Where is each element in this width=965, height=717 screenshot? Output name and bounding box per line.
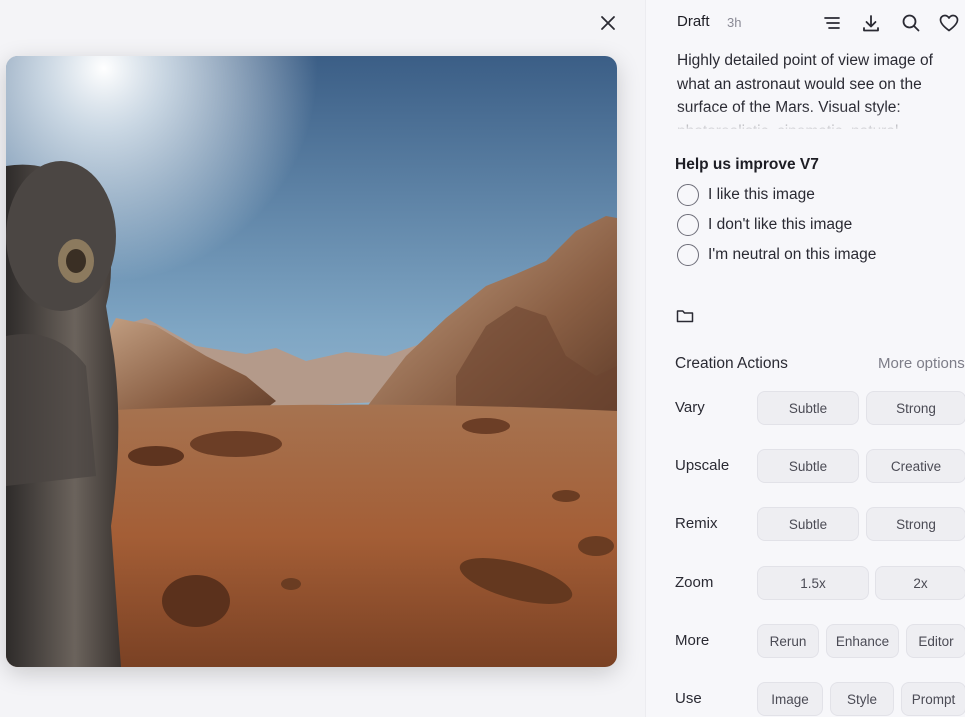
menu-icon xyxy=(824,17,840,29)
radio-circle[interactable] xyxy=(677,214,699,236)
editor-button[interactable]: Editor xyxy=(906,624,965,658)
like-button[interactable] xyxy=(938,12,960,34)
download-button[interactable] xyxy=(860,12,882,34)
use-image-button[interactable]: Image xyxy=(757,682,823,716)
feedback-option-label: I like this image xyxy=(708,186,815,203)
action-row-label: Vary xyxy=(675,399,705,416)
feedback-option-neutral[interactable]: I'm neutral on this image xyxy=(677,244,876,266)
action-row-label: Zoom xyxy=(675,574,714,591)
action-row-label: More xyxy=(675,632,710,649)
close-icon xyxy=(601,16,615,30)
feedback-option-like[interactable]: I like this image xyxy=(677,184,815,206)
search-icon xyxy=(902,14,920,32)
zoom-1-5x-button[interactable]: 1.5x xyxy=(757,566,869,600)
folder-button[interactable] xyxy=(675,306,695,326)
upscale-creative-button[interactable]: Creative xyxy=(866,449,965,483)
upscale-subtle-button[interactable]: Subtle xyxy=(757,449,859,483)
use-prompt-button[interactable]: Prompt xyxy=(901,682,965,716)
download-icon xyxy=(863,15,879,32)
remix-strong-button[interactable]: Strong xyxy=(866,507,965,541)
radio-circle[interactable] xyxy=(677,184,699,206)
vary-strong-button[interactable]: Strong xyxy=(866,391,965,425)
more-options-link[interactable]: More options xyxy=(878,355,965,372)
feedback-option-dislike[interactable]: I don't like this image xyxy=(677,214,852,236)
action-row-label: Use xyxy=(675,690,702,707)
folder-icon xyxy=(676,310,694,323)
zoom-2x-button[interactable]: 2x xyxy=(875,566,965,600)
search-button[interactable] xyxy=(900,12,922,34)
enhance-button[interactable]: Enhance xyxy=(826,624,899,658)
draft-title: Draft xyxy=(677,13,710,30)
creation-actions-title: Creation Actions xyxy=(675,355,788,372)
close-button[interactable] xyxy=(596,11,620,35)
menu-button[interactable] xyxy=(821,12,843,34)
heart-icon xyxy=(939,14,959,32)
timestamp: 3h xyxy=(727,15,742,30)
details-panel: Draft 3h Highly detailed point of view i… xyxy=(645,0,965,717)
feedback-title: Help us improve V7 xyxy=(675,156,819,173)
vary-subtle-button[interactable]: Subtle xyxy=(757,391,859,425)
action-row-label: Upscale xyxy=(675,457,730,474)
feedback-option-label: I'm neutral on this image xyxy=(708,246,877,263)
use-style-button[interactable]: Style xyxy=(830,682,894,716)
feedback-option-label: I don't like this image xyxy=(708,216,853,233)
action-row-label: Remix xyxy=(675,515,718,532)
radio-circle[interactable] xyxy=(677,244,699,266)
rerun-button[interactable]: Rerun xyxy=(757,624,819,658)
prompt-fade xyxy=(677,108,965,132)
image-viewer xyxy=(0,0,645,717)
remix-subtle-button[interactable]: Subtle xyxy=(757,507,859,541)
generated-image[interactable] xyxy=(6,56,617,667)
